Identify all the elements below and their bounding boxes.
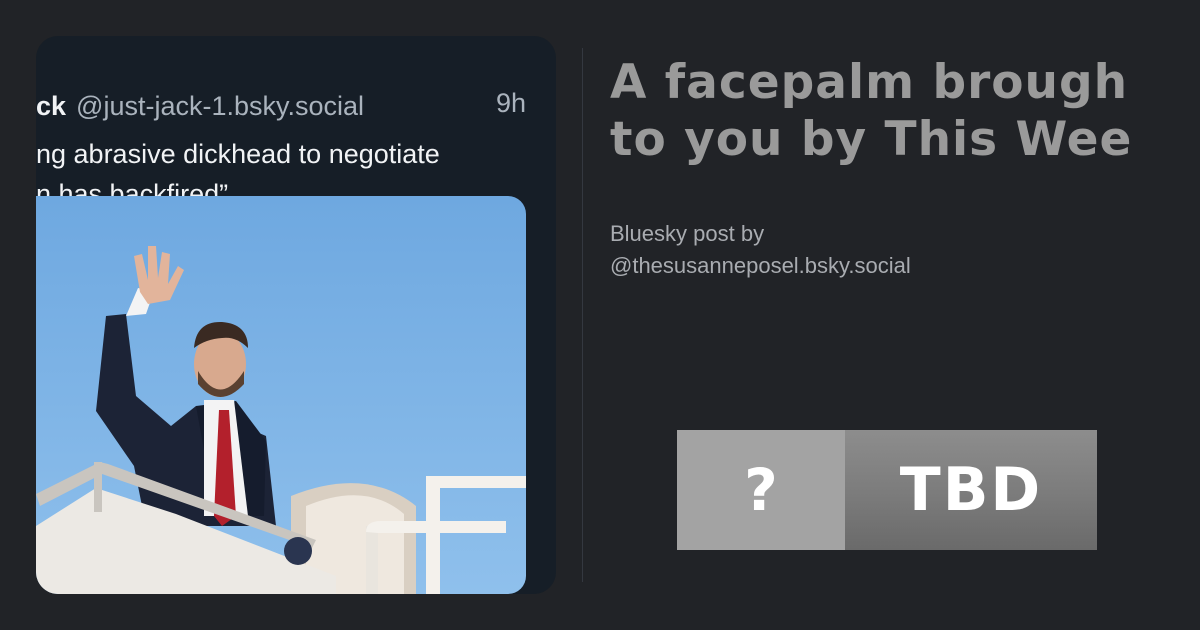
- post-timestamp: 9h: [495, 88, 526, 118]
- column-divider: [582, 48, 583, 582]
- post-text-line: ng abrasive dickhead to negotiate: [36, 139, 440, 169]
- page-title: A facepalm brough to you by This Wee: [610, 54, 1200, 168]
- byline-prefix: Bluesky post by: [610, 221, 765, 246]
- byline: Bluesky post by @thesusanneposel.bsky.so…: [610, 218, 911, 282]
- title-line: A facepalm brough: [610, 55, 1129, 110]
- rating-label: TBD: [845, 430, 1097, 550]
- post-author-handle[interactable]: @just-jack-1.bsky.social: [76, 91, 364, 122]
- embedded-post-card[interactable]: ck @just-jack-1.bsky.social 9h ng abrasi…: [36, 36, 556, 594]
- post-photo[interactable]: [36, 196, 526, 594]
- post-author-name[interactable]: ck: [36, 91, 66, 122]
- title-line: to you by This Wee: [610, 112, 1133, 167]
- post-header: ck @just-jack-1.bsky.social 9h: [36, 88, 526, 124]
- rating-badge: ? TBD: [677, 430, 1097, 550]
- question-mark-icon: ?: [677, 430, 845, 550]
- byline-handle[interactable]: @thesusanneposel.bsky.social: [610, 250, 911, 282]
